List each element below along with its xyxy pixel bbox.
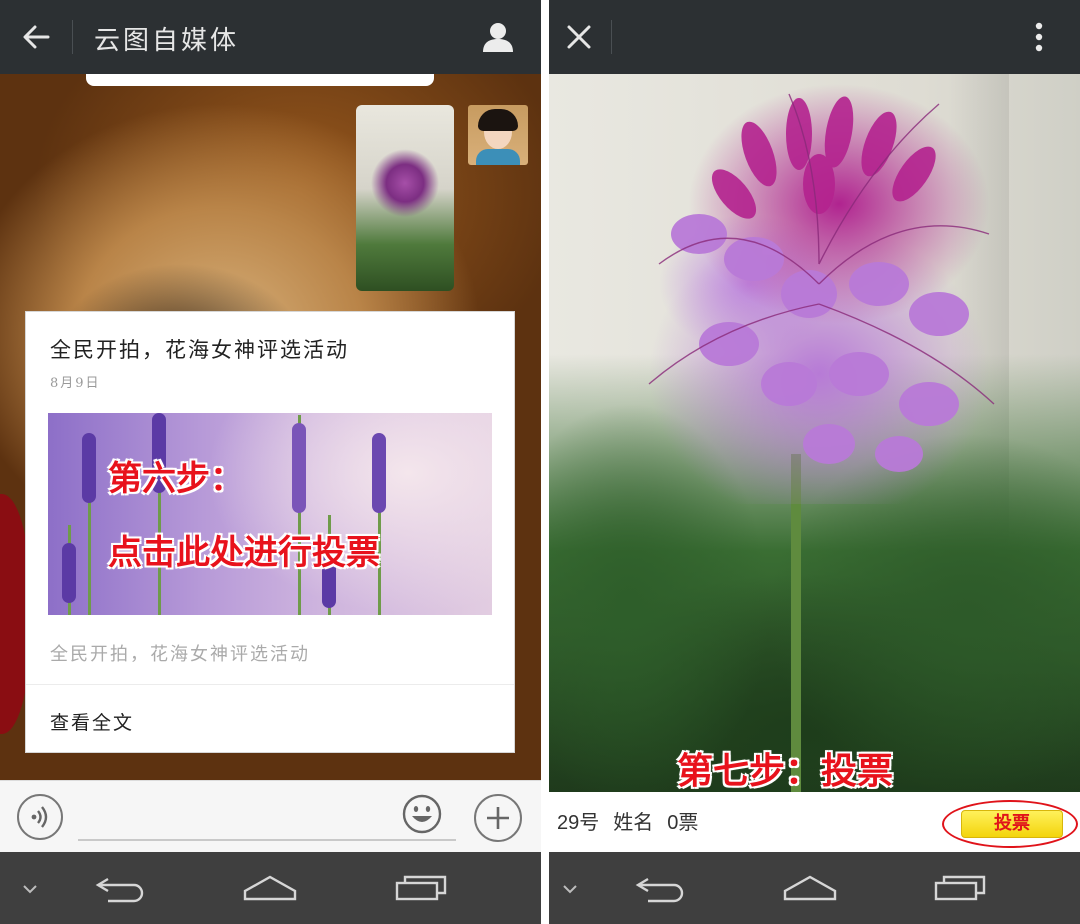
- contestant-name: 姓名: [613, 812, 654, 834]
- home-icon[interactable]: [778, 868, 842, 908]
- chevron-down-icon[interactable]: [554, 874, 586, 904]
- emoji-icon[interactable]: [402, 794, 442, 834]
- recents-icon[interactable]: [390, 868, 454, 908]
- message-input-bar: [0, 780, 541, 853]
- voice-icon[interactable]: [17, 794, 63, 840]
- person-icon[interactable]: [478, 17, 518, 57]
- close-icon[interactable]: [559, 17, 599, 57]
- page-title: 云图自媒体: [94, 26, 240, 56]
- recents-icon[interactable]: [929, 868, 993, 908]
- contestant-number: 29号: [557, 812, 600, 834]
- article-description: 全民开拍，花海女神评选活动: [50, 644, 310, 665]
- system-nav-bar: [0, 852, 541, 924]
- right-header: [549, 0, 1080, 74]
- article-cover-image[interactable]: 第六步： 点击此处进行投票: [48, 413, 492, 615]
- article-date: 8月9日: [50, 376, 101, 391]
- article-title: 全民开拍，花海女神评选活动: [50, 338, 349, 362]
- back-icon[interactable]: [90, 868, 150, 908]
- contestant-info: 29号 姓名 0票: [557, 806, 712, 835]
- system-nav-bar: [549, 852, 1080, 924]
- contestant-photo[interactable]: 第七步：投票: [549, 74, 1080, 792]
- cover-caption-step6: 第六步：: [108, 459, 244, 499]
- message-input[interactable]: [78, 839, 456, 841]
- arrow-left-icon[interactable]: [16, 17, 56, 57]
- step7-caption: 第七步：投票: [677, 751, 894, 792]
- back-icon[interactable]: [630, 868, 690, 908]
- left-header: 云图自媒体: [0, 0, 541, 74]
- avatar[interactable]: [468, 105, 528, 165]
- vote-count: 0票: [667, 812, 699, 834]
- cleome-flower: [639, 84, 999, 504]
- sent-flower-image[interactable]: [356, 105, 454, 291]
- divider: [26, 684, 514, 685]
- read-full-article-link[interactable]: 查看全文: [50, 708, 134, 735]
- chevron-down-icon[interactable]: [14, 874, 46, 904]
- plus-icon[interactable]: [474, 794, 522, 842]
- left-screen: 全民开拍，花海女神评选活动 8月9日 第六步： 点击此处进行投票 全民开拍，花海…: [0, 0, 541, 924]
- more-vertical-icon[interactable]: [1019, 17, 1059, 57]
- cover-caption-vote-here: 点击此处进行投票: [108, 533, 380, 573]
- vote-button[interactable]: 投票: [961, 810, 1063, 838]
- contestant-info-bar: 29号 姓名 0票 投票: [549, 792, 1080, 852]
- previous-message-edge: [86, 74, 434, 86]
- home-icon[interactable]: [238, 868, 302, 908]
- right-screen: 第七步：投票 29号 姓名 0票 投票: [549, 0, 1080, 924]
- screen-divider: [541, 0, 549, 924]
- article-card[interactable]: 全民开拍，花海女神评选活动 8月9日 第六步： 点击此处进行投票 全民开拍，花海…: [25, 311, 515, 753]
